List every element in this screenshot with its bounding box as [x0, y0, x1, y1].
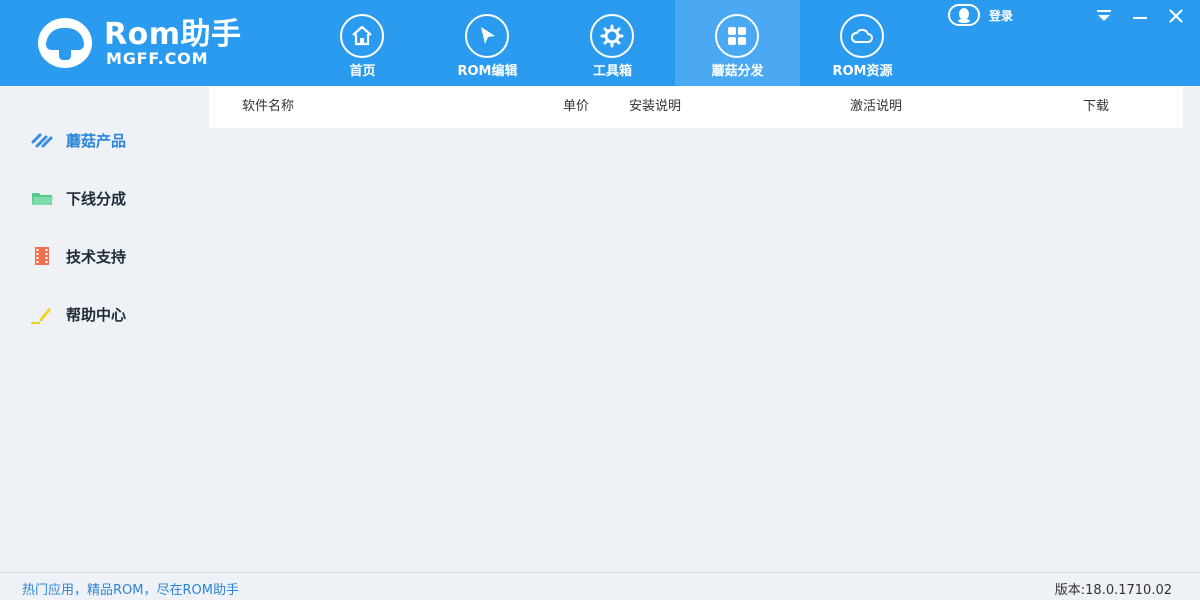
tab-toolbox[interactable]: 工具箱: [550, 0, 675, 86]
footer-slogan: 热门应用，精品ROM，尽在ROM助手: [22, 583, 239, 598]
login-button[interactable]: 登录: [948, 4, 1013, 26]
film-icon: [30, 246, 54, 266]
grid-icon: [715, 14, 759, 58]
logo-title: Rom助手: [104, 17, 242, 52]
tab-home-label: 首页: [349, 64, 376, 79]
sidebar-item-label: 下线分成: [66, 189, 127, 208]
tab-rom-edit-label: ROM编辑: [457, 64, 518, 79]
cursor-arrow-icon: [465, 14, 509, 58]
close-icon[interactable]: [1166, 6, 1186, 26]
product-table-header: 软件名称 单价 安装说明 激活说明 下载: [209, 86, 1183, 128]
cloud-icon: [840, 14, 884, 58]
mushroom-logo-icon: [38, 18, 92, 68]
app-logo: Rom助手 MGFF.COM: [38, 18, 258, 70]
column-header-download[interactable]: 下载: [1083, 86, 1109, 128]
sidebar: 蘑菇产品 下线分成 技术支持 帮助中心: [0, 86, 209, 572]
version-label: 版本:18.0.1710.02: [1054, 583, 1172, 598]
minimize-icon[interactable]: [1130, 6, 1150, 26]
tab-rom-edit[interactable]: ROM编辑: [425, 0, 550, 86]
column-header-activation-notes[interactable]: 激活说明: [850, 86, 902, 128]
tab-toolbox-label: 工具箱: [592, 64, 632, 79]
sidebar-item-label: 帮助中心: [66, 305, 127, 324]
folder-icon: [30, 188, 54, 208]
sidebar-item-label: 技术支持: [66, 247, 127, 266]
stripes-icon: [30, 130, 54, 150]
qq-penguin-icon: [948, 4, 980, 26]
sidebar-item-tech-support[interactable]: 技术支持: [30, 244, 126, 268]
main-nav: 首页 ROM编辑 工具箱 蘑菇分发 ROM资源: [300, 0, 925, 86]
dropdown-icon[interactable]: [1094, 6, 1114, 26]
pencil-icon: [30, 304, 54, 324]
tab-mushroom-distribution-label: 蘑菇分发: [711, 64, 764, 79]
gear-icon: [590, 14, 634, 58]
status-bar: 热门应用，精品ROM，尽在ROM助手 版本:18.0.1710.02: [0, 572, 1200, 600]
tab-mushroom-distribution[interactable]: 蘑菇分发: [675, 0, 800, 86]
tab-rom-resources[interactable]: ROM资源: [800, 0, 925, 86]
logo-subtitle: MGFF.COM: [106, 49, 209, 68]
column-header-price[interactable]: 单价: [563, 86, 589, 128]
column-header-install-notes[interactable]: 安装说明: [629, 86, 681, 128]
top-bar: Rom助手 MGFF.COM 首页 ROM编辑 工具箱 蘑菇分发 ROM资源 登…: [0, 0, 1200, 86]
tab-rom-resources-label: ROM资源: [832, 64, 893, 79]
column-header-software-name[interactable]: 软件名称: [242, 86, 294, 128]
sidebar-item-mushroom-products[interactable]: 蘑菇产品: [30, 128, 126, 152]
home-icon: [340, 14, 384, 58]
sidebar-item-help-center[interactable]: 帮助中心: [30, 302, 126, 326]
sidebar-item-offline-commission[interactable]: 下线分成: [30, 186, 126, 210]
login-label: 登录: [989, 8, 1014, 23]
sidebar-item-label: 蘑菇产品: [66, 131, 127, 150]
tab-home[interactable]: 首页: [300, 0, 425, 86]
